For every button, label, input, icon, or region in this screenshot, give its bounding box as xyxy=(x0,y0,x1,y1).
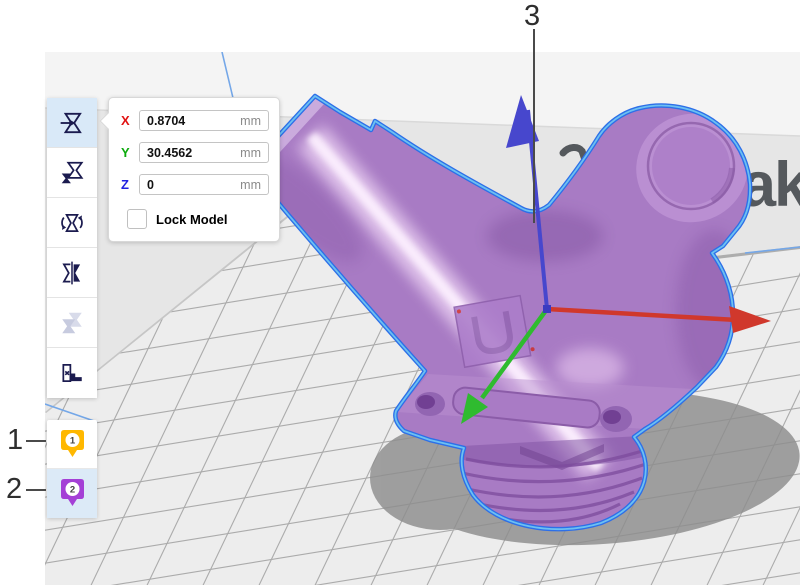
y-axis-label: Y xyxy=(121,145,139,160)
tool-move-button[interactable] xyxy=(47,98,97,148)
model-list-item-1[interactable]: 1 xyxy=(47,420,97,469)
callout-2-label: 2 xyxy=(6,473,22,506)
move-icon xyxy=(59,110,85,136)
tool-rotate-button[interactable] xyxy=(47,198,97,248)
svg-text:2: 2 xyxy=(69,485,74,496)
callout-2-line xyxy=(26,489,46,491)
callout-1-label: 1 xyxy=(7,424,23,457)
tool-sidebar xyxy=(47,98,97,398)
x-position-value: 0.8704 xyxy=(147,114,185,128)
z-unit-label: mm xyxy=(240,178,261,192)
move-tool-panel: X 0.8704 mm Y 30.4562 mm Z 0 mm Lock Mod… xyxy=(108,97,280,242)
x-unit-label: mm xyxy=(240,114,261,128)
callout-1-line xyxy=(26,440,46,442)
model-list-item-2[interactable]: 2 xyxy=(47,469,97,518)
rotate-icon xyxy=(59,210,85,236)
tool-support-blocker-button[interactable] xyxy=(47,348,97,398)
lock-model-checkbox[interactable] xyxy=(127,209,147,229)
svg-text:1: 1 xyxy=(69,435,75,446)
x-position-input[interactable]: 0.8704 mm xyxy=(139,110,269,131)
per-model-settings-icon xyxy=(59,310,85,336)
tool-mirror-button[interactable] xyxy=(47,248,97,298)
z-axis-label: Z xyxy=(121,177,139,192)
scale-icon xyxy=(59,160,85,186)
model-list: 1 2 xyxy=(47,420,97,518)
y-position-value: 30.4562 xyxy=(147,146,192,160)
callout-3-line xyxy=(533,29,535,223)
lock-model-label: Lock Model xyxy=(156,212,228,227)
z-position-input[interactable]: 0 mm xyxy=(139,174,269,195)
y-unit-label: mm xyxy=(240,146,261,160)
model-badge-2-icon: 2 xyxy=(59,478,86,509)
tool-scale-button[interactable] xyxy=(47,148,97,198)
z-position-value: 0 xyxy=(147,178,154,192)
y-position-input[interactable]: 30.4562 mm xyxy=(139,142,269,163)
tool-per-model-settings-button[interactable] xyxy=(47,298,97,348)
mirror-icon xyxy=(59,260,85,286)
model-badge-1-icon: 1 xyxy=(59,429,86,460)
support-blocker-icon xyxy=(59,360,85,386)
gizmo-center[interactable] xyxy=(543,305,551,313)
x-axis-label: X xyxy=(121,113,139,128)
